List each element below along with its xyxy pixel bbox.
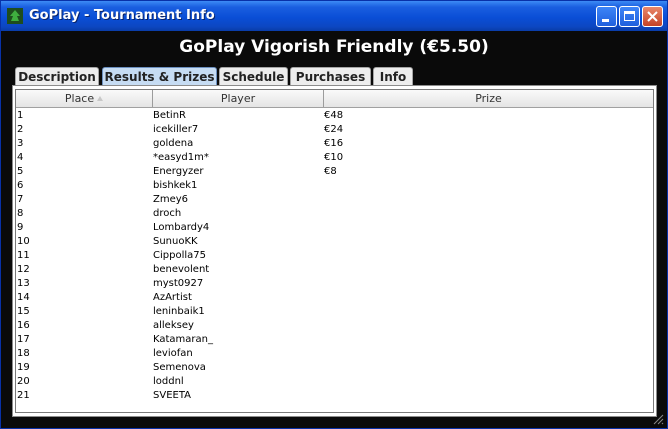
player-cell: icekiller7 [153, 124, 199, 135]
player-cell: AzArtist [153, 292, 192, 303]
place-cell: 15 [17, 306, 30, 317]
sort-ascending-icon [97, 96, 104, 101]
player-cell: Cippolla75 [153, 250, 206, 261]
tournament-info-window: GoPlay - Tournament Info GoPlay Vigorish… [0, 0, 668, 429]
player-cell: BetinR [153, 110, 186, 121]
player-cell: leviofan [153, 348, 193, 359]
table-row[interactable]: 19 Semenova [16, 361, 653, 375]
table-header: Place Player Prize [16, 90, 653, 108]
table-row[interactable]: 18 leviofan [16, 347, 653, 361]
tab-description[interactable]: Description [15, 67, 99, 85]
place-cell: 7 [17, 194, 24, 205]
place-cell: 14 [17, 292, 30, 303]
place-cell: 1 [17, 110, 24, 121]
place-cell: 6 [17, 180, 24, 191]
close-button[interactable] [642, 6, 663, 27]
table-row[interactable]: 5 Energyzer €8 [16, 165, 653, 179]
resize-grip-icon[interactable] [652, 413, 664, 425]
maximize-button[interactable] [619, 6, 640, 27]
place-cell: 10 [17, 236, 30, 247]
table-row[interactable]: 10 SunuoKK [16, 235, 653, 249]
place-cell: 18 [17, 348, 30, 359]
goplay-logo-icon [7, 8, 23, 24]
player-cell: SunuoKK [153, 236, 198, 247]
title-bar[interactable]: GoPlay - Tournament Info [1, 1, 667, 31]
table-row[interactable]: 21 SVEETA [16, 389, 653, 403]
place-cell: 11 [17, 250, 30, 261]
table-row[interactable]: 8 droch [16, 207, 653, 221]
window-title: GoPlay - Tournament Info [29, 8, 215, 23]
prize-cell: €10 [324, 152, 344, 163]
table-row[interactable]: 1 BetinR €48 [16, 109, 653, 123]
player-cell: benevolent [153, 264, 210, 275]
player-cell: Energyzer [153, 166, 204, 177]
place-cell: 16 [17, 320, 30, 331]
place-cell: 20 [17, 376, 30, 387]
maximize-icon [624, 11, 635, 21]
player-cell: leninbaik1 [153, 306, 205, 317]
player-cell: Zmey6 [153, 194, 189, 205]
player-cell: *easyd1m* [153, 152, 209, 163]
player-cell: loddnl [153, 376, 184, 387]
tab-results-prizes[interactable]: Results & Prizes [102, 67, 217, 85]
table-row[interactable]: 6 bishkek1 [16, 179, 653, 193]
place-cell: 12 [17, 264, 30, 275]
player-cell: SVEETA [153, 390, 191, 401]
table-row[interactable]: 4 *easyd1m* €10 [16, 151, 653, 165]
place-cell: 5 [17, 166, 24, 177]
minimize-icon [602, 19, 609, 22]
player-cell: Katamaran_ [153, 334, 214, 345]
table-body: 1 BetinR €48 2 icekiller7 €24 3 goldena €16 4 *eas… [16, 109, 653, 403]
column-header-place[interactable]: Place [16, 90, 153, 107]
place-cell: 8 [17, 208, 24, 219]
place-cell: 17 [17, 334, 30, 345]
table-row[interactable]: 7 Zmey6 [16, 193, 653, 207]
player-cell: goldena [153, 138, 194, 149]
place-cell: 19 [17, 362, 30, 373]
place-cell: 3 [17, 138, 24, 149]
table-row[interactable]: 9 Lombardy4 [16, 221, 653, 235]
minimize-button[interactable] [596, 6, 617, 27]
column-header-place-label: Place [64, 92, 95, 105]
place-cell: 2 [17, 124, 24, 135]
tab-purchases[interactable]: Purchases [290, 67, 371, 85]
table-row[interactable]: 20 loddnl [16, 375, 653, 389]
prize-cell: €8 [324, 166, 337, 177]
table-row[interactable]: 3 goldena €16 [16, 137, 653, 151]
place-cell: 4 [17, 152, 24, 163]
table-row[interactable]: 12 benevolent [16, 263, 653, 277]
table-row[interactable]: 14 AzArtist [16, 291, 653, 305]
player-cell: alleksey [153, 320, 194, 331]
column-header-prize[interactable]: Prize [324, 90, 653, 107]
table-row[interactable]: 11 Cippolla75 [16, 249, 653, 263]
player-cell: Lombardy4 [153, 222, 210, 233]
table-row[interactable]: 17 Katamaran_ [16, 333, 653, 347]
prize-cell: €48 [324, 110, 344, 121]
results-panel: Place Player Prize 1 BetinR €48 2 icekiller7… [12, 85, 657, 417]
table-row[interactable]: 15 leninbaik1 [16, 305, 653, 319]
tournament-heading: GoPlay Vigorish Friendly (€5.50) [179, 37, 489, 57]
prize-cell: €24 [324, 124, 344, 135]
tab-info[interactable]: Info [373, 67, 413, 85]
tab-schedule[interactable]: Schedule [219, 67, 288, 85]
player-cell: Semenova [153, 362, 206, 373]
results-table: Place Player Prize 1 BetinR €48 2 icekiller7… [15, 89, 654, 413]
place-cell: 9 [17, 222, 24, 233]
player-cell: droch [153, 208, 182, 219]
table-row[interactable]: 13 myst0927 [16, 277, 653, 291]
prize-cell: €16 [324, 138, 344, 149]
player-cell: bishkek1 [153, 180, 198, 191]
table-row[interactable]: 2 icekiller7 €24 [16, 123, 653, 137]
place-cell: 13 [17, 278, 30, 289]
close-icon [647, 11, 658, 22]
table-row[interactable]: 16 alleksey [16, 319, 653, 333]
place-cell: 21 [17, 390, 30, 401]
column-header-player[interactable]: Player [153, 90, 324, 107]
player-cell: myst0927 [153, 278, 204, 289]
